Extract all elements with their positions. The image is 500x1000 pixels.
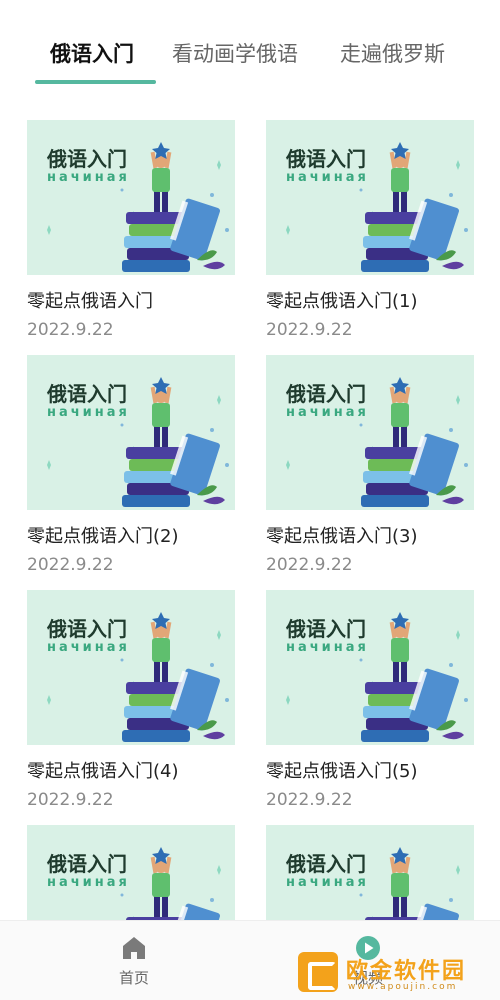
course-date: 2022.9.22 [266, 320, 353, 340]
thumbnail-subtitle: начиная [286, 640, 369, 655]
thumbnail-subtitle: начиная [286, 170, 369, 185]
course-card[interactable]: 俄语入门 начиная 零起点俄语入门(5) 2022.9.22 [266, 590, 474, 810]
watermark-logo: 欧金软件园 www.apoujin.com [298, 952, 494, 998]
thumbnail-title: 俄语入门 [47, 852, 127, 876]
course-thumbnail: 俄语入门 начиная [266, 120, 474, 275]
course-date: 2022.9.22 [266, 790, 353, 810]
course-thumbnail: 俄语入门 начиная [266, 355, 474, 510]
thumbnail-title: 俄语入门 [286, 852, 366, 876]
course-date: 2022.9.22 [27, 555, 114, 575]
course-title: 零起点俄语入门(1) [266, 291, 418, 312]
thumbnail-subtitle: начиная [47, 640, 130, 655]
course-thumbnail: 俄语入门 начиная [266, 590, 474, 745]
course-thumbnail: 俄语入门 начиная [27, 590, 235, 745]
nav-home-label: 首页 [118, 969, 149, 987]
home-icon [123, 937, 145, 959]
course-card[interactable]: 俄语入门 начиная 零起点俄语入门(1) 2022.9.22 [266, 120, 474, 340]
tab-russian-intro[interactable]: 俄语入门 [50, 38, 134, 68]
tab-travel-russia[interactable]: 走遍俄罗斯 [340, 38, 445, 68]
watermark-badge-icon [298, 952, 338, 992]
thumbnail-title: 俄语入门 [47, 382, 127, 406]
top-tab-bar: 俄语入门 看动画学俄语 走遍俄罗斯 [0, 0, 500, 88]
course-card[interactable]: 俄语入门 начиная [266, 825, 474, 920]
course-title: 零起点俄语入门(4) [27, 761, 179, 782]
course-card[interactable]: 俄语入门 начиная 零起点俄语入门(2) 2022.9.22 [27, 355, 235, 575]
course-title: 零起点俄语入门 [27, 291, 153, 312]
thumbnail-title: 俄语入门 [47, 617, 127, 641]
course-thumbnail: 俄语入门 начиная [27, 825, 235, 920]
thumbnail-subtitle: начиная [286, 405, 369, 420]
thumbnail-subtitle: начиная [47, 875, 130, 890]
course-date: 2022.9.22 [266, 555, 353, 575]
course-date: 2022.9.22 [27, 320, 114, 340]
thumbnail-subtitle: начиная [286, 875, 369, 890]
course-thumbnail: 俄语入门 начиная [27, 120, 235, 275]
thumbnail-title: 俄语入门 [286, 617, 366, 641]
course-card[interactable]: 俄语入门 начиная 零起点俄语入门 2022.9.22 [27, 120, 235, 340]
thumbnail-subtitle: начиная [47, 405, 130, 420]
course-grid: 俄语入门 начиная 零起点俄语入门 2022.9.22 俄语入门 начи… [0, 120, 500, 920]
tab-animation-russian[interactable]: 看动画学俄语 [172, 38, 298, 68]
course-thumbnail: 俄语入门 начиная [266, 825, 474, 920]
course-thumbnail: 俄语入门 начиная [27, 355, 235, 510]
course-title: 零起点俄语入门(5) [266, 761, 418, 782]
thumbnail-title: 俄语入门 [47, 147, 127, 171]
thumbnail-title: 俄语入门 [286, 382, 366, 406]
active-tab-indicator [35, 80, 156, 84]
course-card[interactable]: 俄语入门 начиная [27, 825, 235, 920]
course-card[interactable]: 俄语入门 начиная 零起点俄语入门(3) 2022.9.22 [266, 355, 474, 575]
course-title: 零起点俄语入门(3) [266, 526, 418, 547]
watermark-text: 欧金软件园 [346, 959, 467, 984]
course-date: 2022.9.22 [27, 790, 114, 810]
nav-home[interactable]: 首页 [112, 935, 156, 988]
thumbnail-subtitle: начиная [47, 170, 130, 185]
watermark-url: www.apoujin.com [348, 982, 458, 992]
course-title: 零起点俄语入门(2) [27, 526, 179, 547]
thumbnail-title: 俄语入门 [286, 147, 366, 171]
course-card[interactable]: 俄语入门 начиная 零起点俄语入门(4) 2022.9.22 [27, 590, 235, 810]
